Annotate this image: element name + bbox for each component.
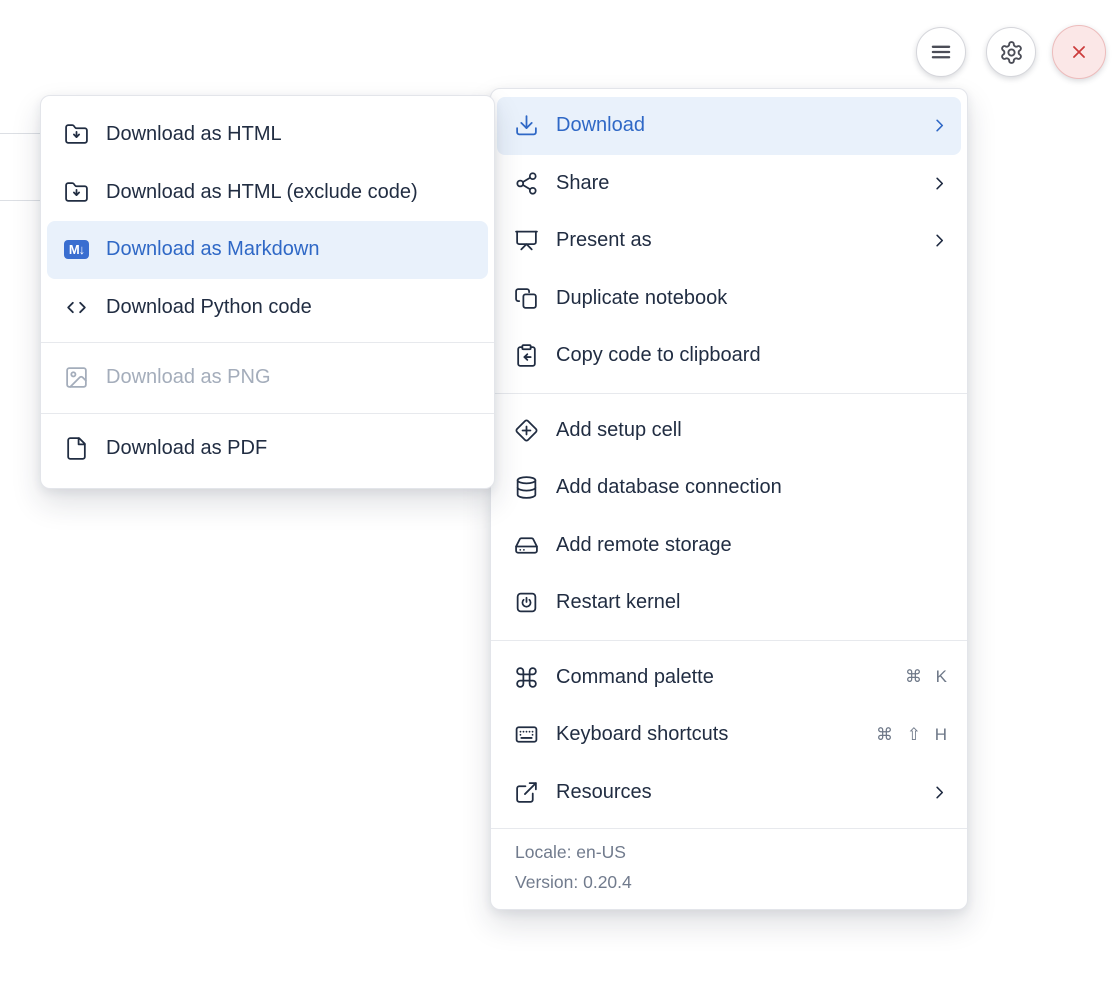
menu-item-keyboard-shortcuts[interactable]: Keyboard shortcuts ⌘ ⇧ H (497, 706, 961, 764)
menu-item-add-setup-cell[interactable]: Add setup cell (497, 402, 961, 460)
menu-separator (491, 640, 967, 641)
menu-item-label: Add remote storage (556, 534, 732, 557)
markdown-icon: M↓ (64, 237, 89, 262)
menu-item-download-as-png: Download as PNG (47, 349, 488, 407)
menu-item-label: Restart kernel (556, 591, 681, 614)
menu-item-command-palette[interactable]: Command palette ⌘ K (497, 649, 961, 707)
shortcut-hint: ⌘ K (905, 667, 949, 687)
menu-item-resources[interactable]: Resources (497, 764, 961, 822)
close-button[interactable] (1052, 25, 1106, 79)
chevron-right-icon (930, 174, 949, 193)
close-icon (1068, 41, 1090, 63)
file-icon (64, 436, 89, 461)
hard-drive-icon (514, 533, 539, 558)
menu-item-add-remote-storage[interactable]: Add remote storage (497, 517, 961, 575)
menu-item-label: Resources (556, 781, 652, 804)
background-content-line (0, 200, 40, 201)
chevron-right-icon (930, 231, 949, 250)
share-icon (514, 171, 539, 196)
menu-item-label: Duplicate notebook (556, 287, 727, 310)
menu-item-duplicate-notebook[interactable]: Duplicate notebook (497, 270, 961, 328)
menu-item-label: Add database connection (556, 476, 782, 499)
hamburger-icon (928, 39, 954, 65)
menu-item-label: Share (556, 172, 609, 195)
command-icon (514, 665, 539, 690)
gear-icon (999, 40, 1024, 65)
menu-item-download-as-html-exclude-code[interactable]: Download as HTML (exclude code) (47, 164, 488, 222)
menu-item-label: Download as HTML (106, 123, 282, 146)
menu-item-label: Present as (556, 229, 652, 252)
chevron-right-icon (930, 783, 949, 802)
menu-item-download[interactable]: Download (497, 97, 961, 155)
menu-item-restart-kernel[interactable]: Restart kernel (497, 574, 961, 632)
settings-button[interactable] (986, 27, 1036, 77)
menu-item-copy-code-to-clipboard[interactable]: Copy code to clipboard (497, 327, 961, 385)
notebook-actions-menu: Download Share Present as Duplicate noteboo… (490, 88, 968, 910)
external-link-icon (514, 780, 539, 805)
notebook-menu-button[interactable] (916, 27, 966, 77)
menu-item-download-python-code[interactable]: Download Python code (47, 279, 488, 337)
menu-item-add-database-connection[interactable]: Add database connection (497, 459, 961, 517)
menu-separator (491, 393, 967, 394)
menu-item-label: Download (556, 114, 645, 137)
menu-item-label: Keyboard shortcuts (556, 723, 728, 746)
menu-item-label: Download as PNG (106, 366, 271, 389)
locale-text: Locale: en-US (491, 837, 967, 867)
shortcut-hint: ⌘ ⇧ H (876, 725, 949, 745)
menu-item-present-as[interactable]: Present as (497, 212, 961, 270)
menu-item-download-as-pdf[interactable]: Download as PDF (47, 420, 488, 478)
menu-item-label: Download as Markdown (106, 238, 319, 261)
image-icon (64, 365, 89, 390)
download-icon (514, 113, 539, 138)
menu-item-label: Download Python code (106, 296, 312, 319)
menu-item-label: Command palette (556, 666, 714, 689)
background-content-line (0, 133, 40, 134)
menu-item-label: Download as HTML (exclude code) (106, 181, 418, 204)
download-submenu: Download as HTML Download as HTML (exclud… (40, 95, 495, 489)
menu-footer: Locale: en-US Version: 0.20.4 (491, 828, 967, 909)
menu-separator (41, 413, 494, 414)
version-text: Version: 0.20.4 (491, 867, 967, 897)
folder-download-icon (64, 180, 89, 205)
menu-item-download-as-markdown[interactable]: M↓ Download as Markdown (47, 221, 488, 279)
clipboard-copy-icon (514, 343, 539, 368)
folder-download-icon (64, 122, 89, 147)
code-icon (64, 295, 89, 320)
database-icon (514, 475, 539, 500)
menu-item-label: Add setup cell (556, 419, 682, 442)
keyboard-icon (514, 722, 539, 747)
menu-item-download-as-html[interactable]: Download as HTML (47, 106, 488, 164)
menu-separator (41, 342, 494, 343)
menu-item-label: Download as PDF (106, 437, 267, 460)
diamond-plus-icon (514, 418, 539, 443)
presentation-icon (514, 228, 539, 253)
menu-item-share[interactable]: Share (497, 155, 961, 213)
duplicate-icon (514, 286, 539, 311)
power-icon (514, 590, 539, 615)
chevron-right-icon (930, 116, 949, 135)
menu-item-label: Copy code to clipboard (556, 344, 761, 367)
